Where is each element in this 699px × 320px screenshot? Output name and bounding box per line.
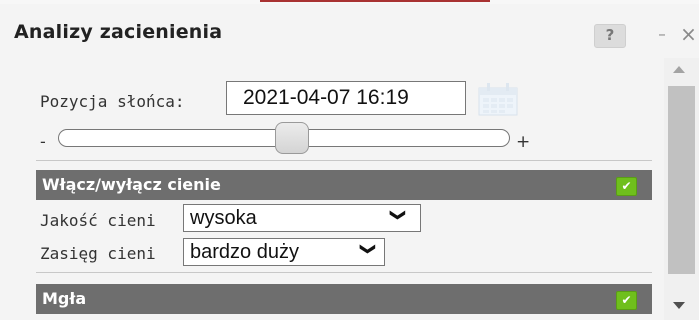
chevron-down-icon: ❯ [389, 208, 407, 222]
panel-content: Pozycja słońca: 2021-04-07 16:19 - + Włą… [0, 58, 664, 320]
fog-checkbox[interactable]: ✔ [616, 291, 637, 310]
shadow-quality-value: wysoka [190, 207, 257, 229]
help-button[interactable]: ? [594, 24, 626, 48]
panel-titlebar[interactable]: Analizy zacienienia ? – × [0, 4, 699, 58]
close-button[interactable]: × [678, 24, 699, 46]
shadow-quality-label: Jakość cieni [40, 211, 156, 230]
sun-time-slider-thumb[interactable] [275, 122, 310, 154]
check-icon: ✔ [621, 293, 632, 307]
fog-toggle-header[interactable]: Mgła ✔ [36, 284, 652, 314]
panel-title: Analizy zacienienia [14, 21, 223, 43]
calendar-icon[interactable] [474, 79, 522, 117]
slider-min-label: - [40, 132, 46, 151]
divider [36, 160, 652, 161]
vertical-scrollbar[interactable] [664, 58, 699, 320]
divider [36, 272, 652, 273]
scroll-up-arrow-icon[interactable] [673, 66, 685, 73]
sun-datetime-input[interactable]: 2021-04-07 16:19 [226, 81, 466, 115]
shadows-toggle-label: Włącz/wyłącz cienie [42, 175, 221, 194]
fog-toggle-label: Mgła [42, 289, 87, 308]
shadow-quality-select[interactable]: wysoka ❯ [183, 204, 421, 232]
shadow-range-value: bardzo duży [190, 241, 299, 263]
scrollbar-thumb[interactable] [668, 86, 695, 274]
top-accent-line [260, 0, 490, 2]
shadows-toggle-header[interactable]: Włącz/wyłącz cienie ✔ [36, 170, 652, 200]
shadow-range-select[interactable]: bardzo duży ❯ [183, 238, 385, 266]
shadow-range-label: Zasięg cieni [40, 244, 156, 263]
scroll-down-arrow-icon[interactable] [673, 302, 685, 309]
slider-max-label: + [516, 132, 531, 152]
sun-position-label: Pozycja słońca: [40, 92, 185, 111]
minimize-button[interactable]: – [653, 24, 671, 46]
shading-analysis-panel: Analizy zacienienia ? – × Pozycja słońca… [0, 4, 699, 320]
chevron-down-icon: ❯ [359, 242, 377, 256]
check-icon: ✔ [621, 179, 632, 193]
shadows-checkbox[interactable]: ✔ [616, 177, 637, 196]
